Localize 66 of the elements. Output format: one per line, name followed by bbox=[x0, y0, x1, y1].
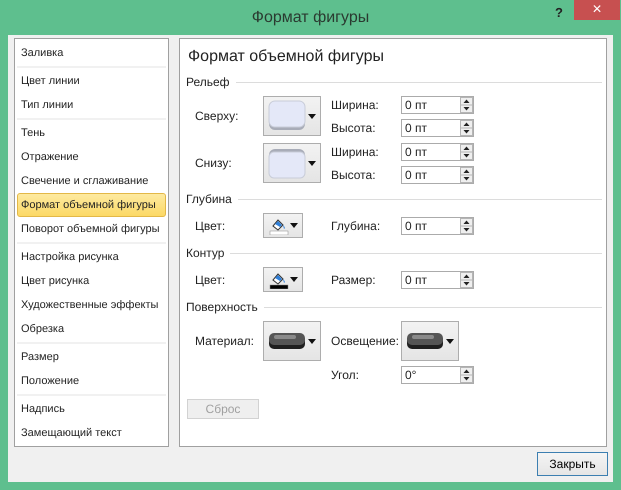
close-button[interactable]: × bbox=[574, 0, 620, 20]
field-label: Глубина: bbox=[331, 218, 382, 234]
color-picker-button[interactable] bbox=[263, 267, 303, 292]
sidebar-item[interactable]: Тень bbox=[17, 121, 166, 145]
panel-title: Формат объемной фигуры bbox=[188, 47, 385, 67]
field-label: Сверху: bbox=[195, 108, 240, 125]
caret-icon bbox=[308, 160, 316, 166]
sidebar-item[interactable]: Художественные эффекты bbox=[17, 293, 166, 317]
spin-field[interactable]: 0 пт bbox=[401, 143, 474, 161]
field-label: Ширина: bbox=[331, 97, 380, 114]
bevel-preview-icon bbox=[267, 100, 307, 132]
field-label: Ширина: bbox=[331, 144, 380, 161]
spin-arrows-icon bbox=[460, 167, 473, 183]
sidebar-item[interactable]: Тип линии bbox=[17, 93, 166, 117]
sidebar-item[interactable]: Свечение и сглаживание bbox=[17, 169, 166, 193]
sidebar-item[interactable]: Цвет линии bbox=[17, 69, 166, 93]
spin-field[interactable]: 0 пт bbox=[401, 216, 474, 234]
color-picker-button[interactable] bbox=[263, 213, 303, 238]
sidebar-item[interactable]: Положение bbox=[17, 369, 166, 393]
sidebar-item[interactable]: Заливка bbox=[17, 41, 166, 65]
sidebar-item[interactable]: Надпись bbox=[17, 397, 166, 421]
field-label: Высота: bbox=[331, 167, 377, 184]
field-label: Освещение: bbox=[331, 333, 400, 350]
section-heading: Рельеф bbox=[186, 74, 230, 91]
spin-field[interactable]: 0 пт bbox=[401, 119, 474, 137]
field-label: Цвет: bbox=[195, 218, 226, 234]
field-label: Высота: bbox=[331, 120, 377, 137]
spin-field[interactable]: 0 пт bbox=[401, 270, 474, 288]
section-heading: Глубина bbox=[186, 191, 232, 208]
section-heading: Контур bbox=[186, 245, 224, 262]
sidebar-item[interactable]: Замещающий текст bbox=[17, 421, 166, 445]
spin-arrows-icon bbox=[460, 144, 473, 160]
sidebar-item[interactable]: Цвет рисунка bbox=[17, 269, 166, 293]
field-label: Размер: bbox=[331, 272, 377, 288]
material-dropdown[interactable] bbox=[263, 321, 321, 361]
sidebar-item[interactable]: Отражение bbox=[17, 145, 166, 169]
field-label: Снизу: bbox=[195, 155, 233, 172]
window-title: Формат фигуры bbox=[252, 8, 370, 28]
section-heading: Поверхность bbox=[186, 299, 258, 316]
sidebar-item[interactable]: Поворот объемной фигуры bbox=[17, 217, 166, 241]
spin-arrows-icon bbox=[460, 97, 473, 113]
material-preview-icon bbox=[405, 330, 445, 352]
field-label: Угол: bbox=[331, 367, 360, 384]
spin-field[interactable]: 0 пт bbox=[401, 166, 474, 184]
sidebar-item[interactable]: Обрезка bbox=[17, 317, 166, 341]
caret-icon bbox=[308, 114, 316, 118]
caret-icon bbox=[446, 338, 454, 344]
caret-icon bbox=[290, 277, 298, 282]
close-dialog-button[interactable]: Закрыть bbox=[537, 452, 608, 476]
bevel-preview-icon bbox=[267, 147, 307, 179]
spin-arrows-icon bbox=[460, 120, 473, 136]
spin-arrows-icon bbox=[460, 218, 473, 234]
material-preview-icon bbox=[267, 330, 307, 352]
caret-icon bbox=[290, 223, 298, 228]
sidebar-item[interactable]: Размер bbox=[17, 345, 166, 369]
spin-arrows-icon bbox=[460, 272, 473, 288]
field-label: Цвет: bbox=[195, 272, 226, 288]
sidebar-item[interactable]: Настройка рисунка bbox=[17, 245, 166, 269]
help-button[interactable]: ? bbox=[551, 3, 567, 22]
material-dropdown[interactable] bbox=[401, 321, 459, 361]
caret-icon bbox=[308, 338, 316, 344]
field-label: Материал: bbox=[195, 333, 255, 350]
sidebar-item[interactable]: Формат объемной фигуры bbox=[17, 193, 166, 217]
spin-field[interactable]: 0° bbox=[401, 366, 474, 384]
spin-arrows-icon bbox=[460, 367, 473, 383]
spin-field[interactable]: 0 пт bbox=[401, 96, 474, 114]
